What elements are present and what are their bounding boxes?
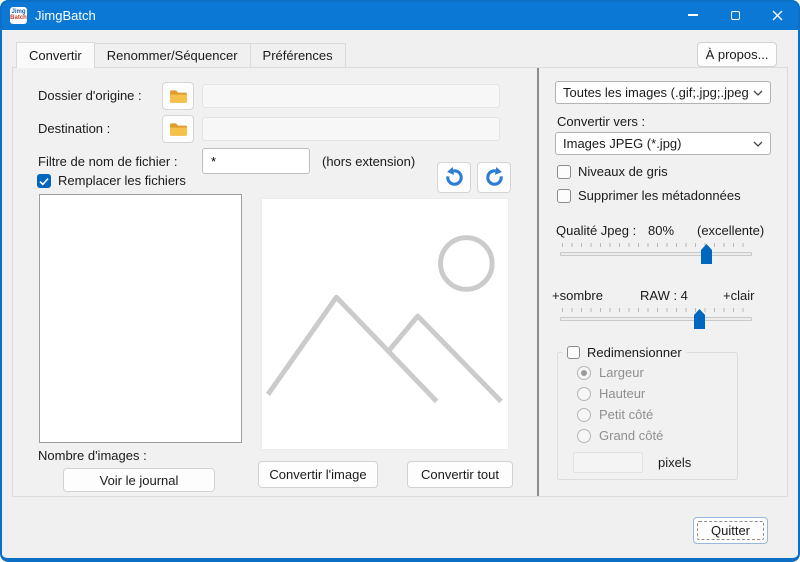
image-preview (261, 198, 509, 450)
image-list[interactable] (39, 194, 242, 443)
destination-path-field (202, 117, 500, 141)
target-format-dropdown[interactable]: Images JPEG (*.jpg) (555, 132, 771, 155)
tab-label: Préférences (263, 48, 333, 63)
tab-label: Convertir (29, 48, 82, 63)
close-icon (772, 10, 783, 21)
jpeg-quality-slider-thumb[interactable] (701, 244, 712, 264)
image-count-caption: Nombre d'images : (38, 448, 147, 463)
title-bar: Jimg Batch JimgBatch (0, 0, 800, 30)
replace-files-label: Remplacer les fichiers (58, 173, 186, 189)
about-button[interactable]: À propos... (697, 42, 777, 67)
window-title: JimgBatch (35, 8, 96, 23)
rotate-left-button[interactable] (437, 162, 471, 193)
tab-label: Renommer/Séquencer (107, 48, 238, 63)
jpeg-quality-slider-track[interactable] (560, 252, 752, 256)
radio-hauteur[interactable]: Hauteur (577, 386, 645, 402)
radio-petit-cote[interactable]: Petit côté (577, 407, 653, 423)
destination-folder-label: Destination : (38, 121, 110, 137)
radio-selected-icon (577, 366, 591, 380)
radio-icon (577, 429, 591, 443)
maximize-icon (731, 11, 740, 20)
radio-label: Largeur (599, 365, 644, 381)
raw-slider-ticks (562, 308, 752, 312)
target-format-value: Images JPEG (*.jpg) (563, 136, 749, 151)
source-folder-button[interactable] (162, 82, 194, 110)
radio-label: Grand côté (599, 428, 663, 444)
chevron-down-icon (753, 90, 763, 96)
resize-checkbox[interactable]: Redimensionner (562, 345, 687, 360)
app-icon: Jimg Batch (10, 7, 27, 24)
strip-metadata-checkbox[interactable]: Supprimer les métadonnées (557, 188, 741, 204)
jpeg-quality-label: Qualité Jpeg : (556, 223, 636, 239)
quit-button[interactable]: Quitter (693, 517, 768, 544)
view-log-button[interactable]: Voir le journal (63, 468, 215, 492)
radio-icon (577, 408, 591, 422)
tab-convertir[interactable]: Convertir (16, 42, 95, 68)
source-format-value: Toutes les images (.gif;.jpg;.jpeg;.jpe (563, 85, 749, 100)
jpeg-quality-note: (excellente) (697, 223, 764, 239)
convert-to-label: Convertir vers : (557, 114, 645, 130)
source-format-dropdown[interactable]: Toutes les images (.gif;.jpg;.jpeg;.jpe (555, 81, 771, 104)
window-controls (672, 0, 798, 30)
checkbox-unchecked-icon (557, 165, 571, 179)
raw-lighter-label: +clair (723, 288, 754, 304)
tab-strip: Convertir Renommer/Séquencer Préférences (16, 42, 346, 68)
close-button[interactable] (756, 0, 798, 30)
filename-filter-input[interactable] (202, 148, 310, 174)
minimize-icon (688, 14, 698, 16)
raw-value-label: RAW : 4 (640, 288, 688, 304)
checkbox-unchecked-icon (567, 346, 580, 359)
maximize-button[interactable] (714, 0, 756, 30)
resize-label: Redimensionner (587, 345, 682, 360)
panel-divider (537, 68, 539, 496)
convert-all-button[interactable]: Convertir tout (407, 461, 513, 488)
radio-grand-cote[interactable]: Grand côté (577, 428, 663, 444)
app-icon-text-bottom: Batch (10, 15, 27, 21)
grayscale-checkbox[interactable]: Niveaux de gris (557, 164, 668, 180)
jpeg-quality-value: 80% (648, 223, 674, 239)
filename-filter-hint: (hors extension) (322, 154, 415, 170)
checkbox-checked-icon (37, 174, 51, 188)
tab-preferences[interactable]: Préférences (250, 43, 346, 67)
check-icon (39, 177, 49, 186)
convert-tab-page: Dossier d'origine : Destination : Filtre… (12, 67, 788, 497)
raw-darker-label: +sombre (552, 288, 603, 304)
image-placeholder-icon (262, 198, 508, 450)
quit-label: Quitter (711, 523, 750, 538)
filename-filter-label: Filtre de nom de fichier : (38, 154, 177, 170)
grayscale-label: Niveaux de gris (578, 164, 668, 180)
jpeg-quality-slider-ticks (562, 243, 752, 247)
convert-image-button[interactable]: Convertir l'image (258, 461, 378, 488)
rotate-ccw-icon (443, 166, 466, 189)
image-count-label: Nombre d'images : (38, 448, 147, 464)
chevron-down-icon (753, 141, 763, 147)
resize-pixels-input (573, 452, 643, 473)
tab-renommer-sequencer[interactable]: Renommer/Séquencer (94, 43, 251, 67)
source-path-field (202, 84, 500, 108)
strip-metadata-label: Supprimer les métadonnées (578, 188, 741, 204)
app-window: Jimg Batch JimgBatch Convertir Renommer/… (0, 0, 800, 562)
radio-label: Hauteur (599, 386, 645, 402)
raw-slider-thumb[interactable] (694, 309, 705, 329)
folder-icon (169, 89, 188, 104)
destination-folder-button[interactable] (162, 115, 194, 143)
folder-icon (169, 122, 188, 137)
pixels-unit-label: pixels (658, 455, 691, 471)
replace-files-checkbox[interactable]: Remplacer les fichiers (37, 173, 186, 189)
raw-slider-track[interactable] (560, 317, 752, 321)
radio-icon (577, 387, 591, 401)
rotate-right-button[interactable] (477, 162, 511, 193)
radio-label: Petit côté (599, 407, 653, 423)
rotate-cw-icon (483, 166, 506, 189)
checkbox-unchecked-icon (557, 189, 571, 203)
minimize-button[interactable] (672, 0, 714, 30)
radio-largeur[interactable]: Largeur (577, 365, 644, 381)
source-folder-label: Dossier d'origine : (38, 88, 142, 104)
